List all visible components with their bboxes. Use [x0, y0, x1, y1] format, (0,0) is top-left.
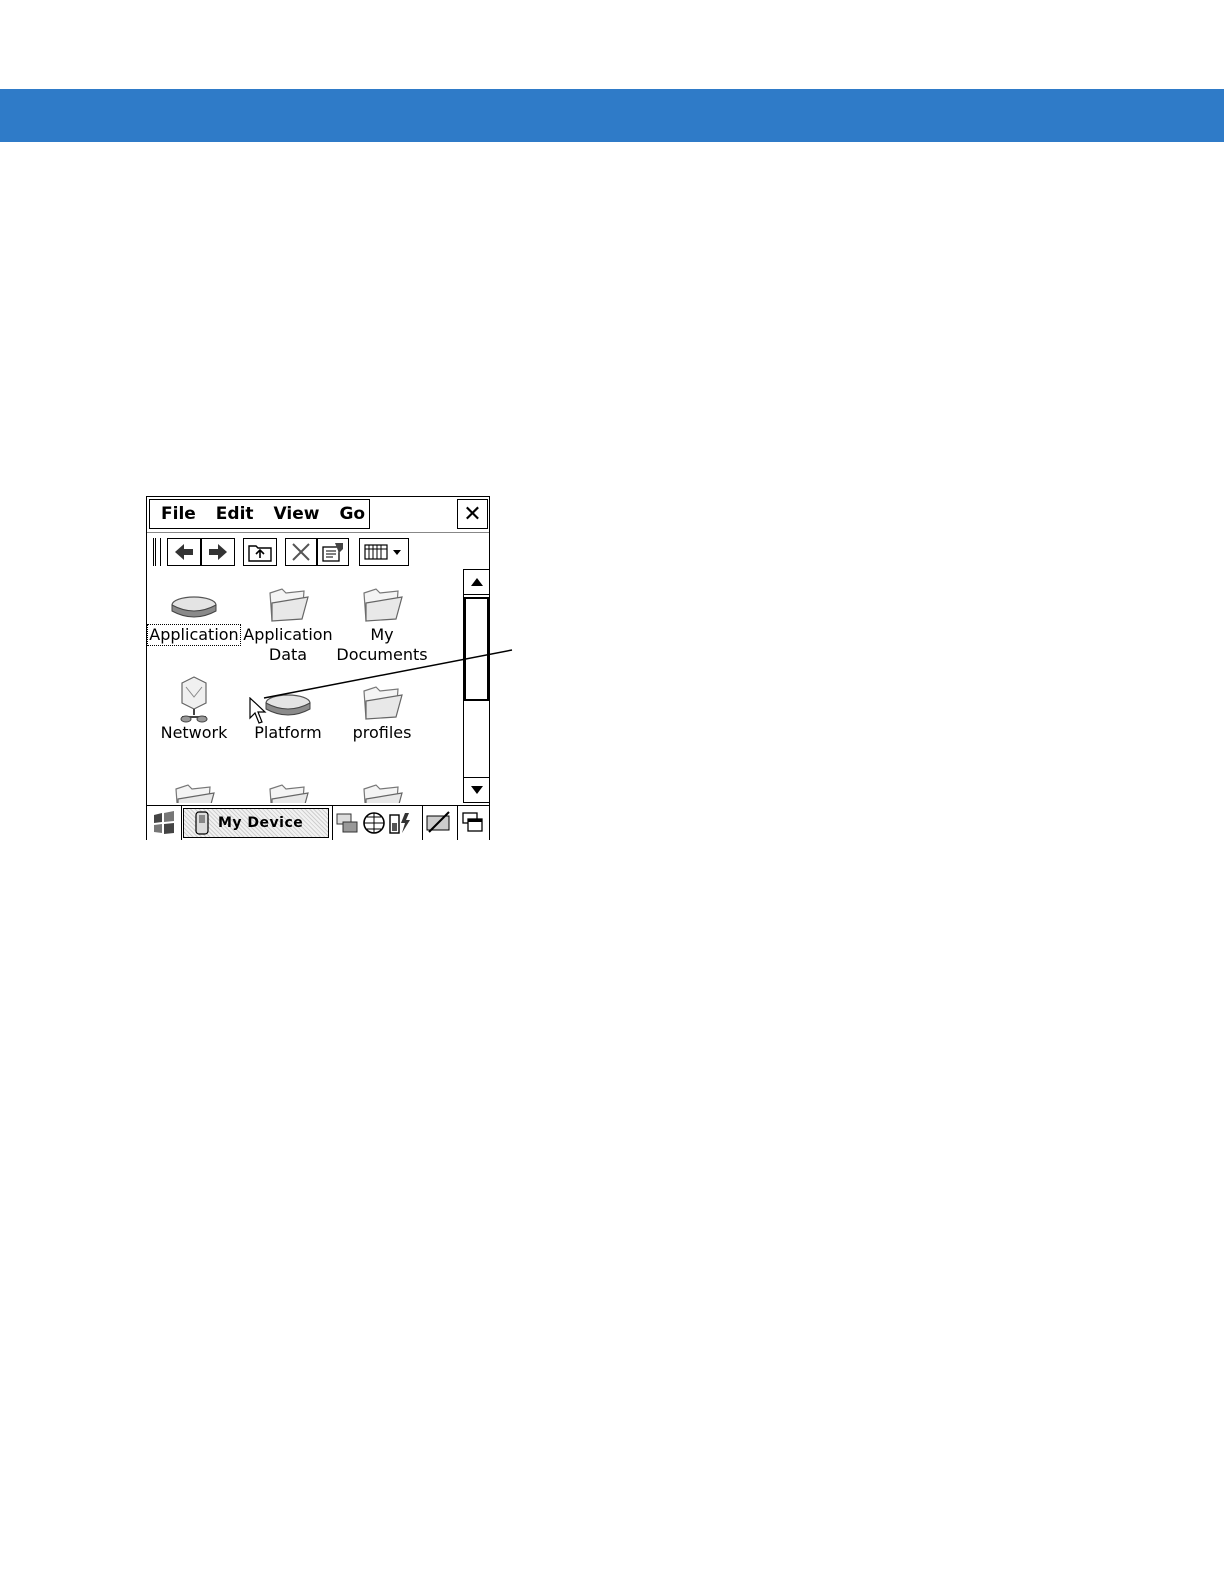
item-application-data[interactable]: Application Data	[241, 569, 335, 665]
taskbar-divider	[181, 806, 182, 840]
pointer-cursor-icon	[249, 697, 267, 724]
item-network[interactable]: Network	[147, 667, 241, 743]
task-my-device[interactable]: My Device	[183, 808, 329, 838]
item-label: Application	[147, 624, 241, 646]
network-icon	[180, 676, 208, 723]
menu-divider	[147, 532, 489, 533]
folder-icon	[269, 784, 309, 803]
scroll-down-button[interactable]	[463, 777, 490, 803]
battery-icon[interactable]	[387, 810, 413, 836]
scrollbar-track[interactable]	[463, 595, 490, 777]
file-list: Application Application Data My Document…	[147, 569, 463, 803]
windows-flag-icon	[154, 811, 174, 834]
view-mode-dropdown[interactable]	[359, 538, 409, 566]
menu-view[interactable]: View	[274, 504, 320, 524]
folder-icon	[269, 588, 309, 622]
menu-edit[interactable]: Edit	[216, 504, 254, 524]
triangle-up-icon	[470, 578, 483, 586]
view-mode-icon	[364, 544, 401, 560]
folder-icon	[363, 588, 403, 622]
forward-button[interactable]	[201, 538, 235, 566]
item-label: Application	[243, 625, 333, 644]
folder-up-icon	[248, 545, 272, 562]
delete-icon	[292, 543, 310, 561]
properties-icon	[322, 543, 343, 562]
taskbar-divider	[332, 806, 333, 840]
task-label: My Device	[218, 815, 304, 831]
taskbar-divider	[457, 806, 458, 840]
menu-file[interactable]: File	[161, 504, 196, 524]
scrollbar-thumb[interactable]	[464, 597, 489, 701]
item-folder-partial[interactable]	[241, 765, 335, 803]
back-arrow-icon	[175, 544, 193, 560]
forward-arrow-icon	[209, 544, 227, 560]
toolbar	[147, 535, 491, 569]
item-label: Data	[268, 645, 308, 664]
triangle-down-icon	[470, 786, 483, 794]
item-label: Network	[160, 723, 228, 742]
taskbar-divider	[422, 806, 423, 840]
folder-icon	[363, 784, 403, 803]
folder-icon	[363, 686, 403, 720]
start-button[interactable]	[149, 808, 179, 838]
close-button[interactable]: ✕	[457, 499, 488, 529]
item-label: Documents	[336, 645, 428, 664]
item-application[interactable]: Application	[147, 569, 241, 646]
drive-icon	[171, 596, 217, 618]
scroll-up-button[interactable]	[463, 569, 490, 595]
item-label: Platform	[254, 723, 322, 742]
taskbar: My Device	[147, 805, 489, 840]
close-icon: ✕	[463, 501, 482, 527]
drive-icon	[265, 694, 311, 716]
back-button[interactable]	[167, 538, 201, 566]
delete-button[interactable]	[285, 538, 317, 566]
network-status-icon[interactable]	[335, 810, 361, 836]
windows-icon[interactable]	[460, 810, 486, 836]
connection-globe-icon[interactable]	[361, 810, 387, 836]
up-folder-button[interactable]	[243, 538, 277, 566]
header-banner	[0, 89, 1224, 142]
device-icon	[195, 811, 209, 835]
toolbar-grip[interactable]	[153, 538, 161, 566]
item-my-documents[interactable]: My Documents	[335, 569, 429, 665]
item-folder-partial[interactable]	[147, 765, 241, 803]
item-label: profiles	[352, 723, 412, 742]
item-label: My	[370, 625, 394, 644]
item-profiles[interactable]: profiles	[335, 667, 429, 743]
menu-bar: File Edit View Go	[149, 499, 370, 529]
properties-button[interactable]	[317, 538, 349, 566]
menu-go[interactable]: Go	[339, 504, 365, 524]
item-folder-partial[interactable]	[335, 765, 429, 803]
input-panel-icon[interactable]	[425, 810, 453, 836]
folder-icon	[175, 784, 215, 803]
device-screen: File Edit View Go ✕ Application Applicat…	[146, 496, 490, 840]
